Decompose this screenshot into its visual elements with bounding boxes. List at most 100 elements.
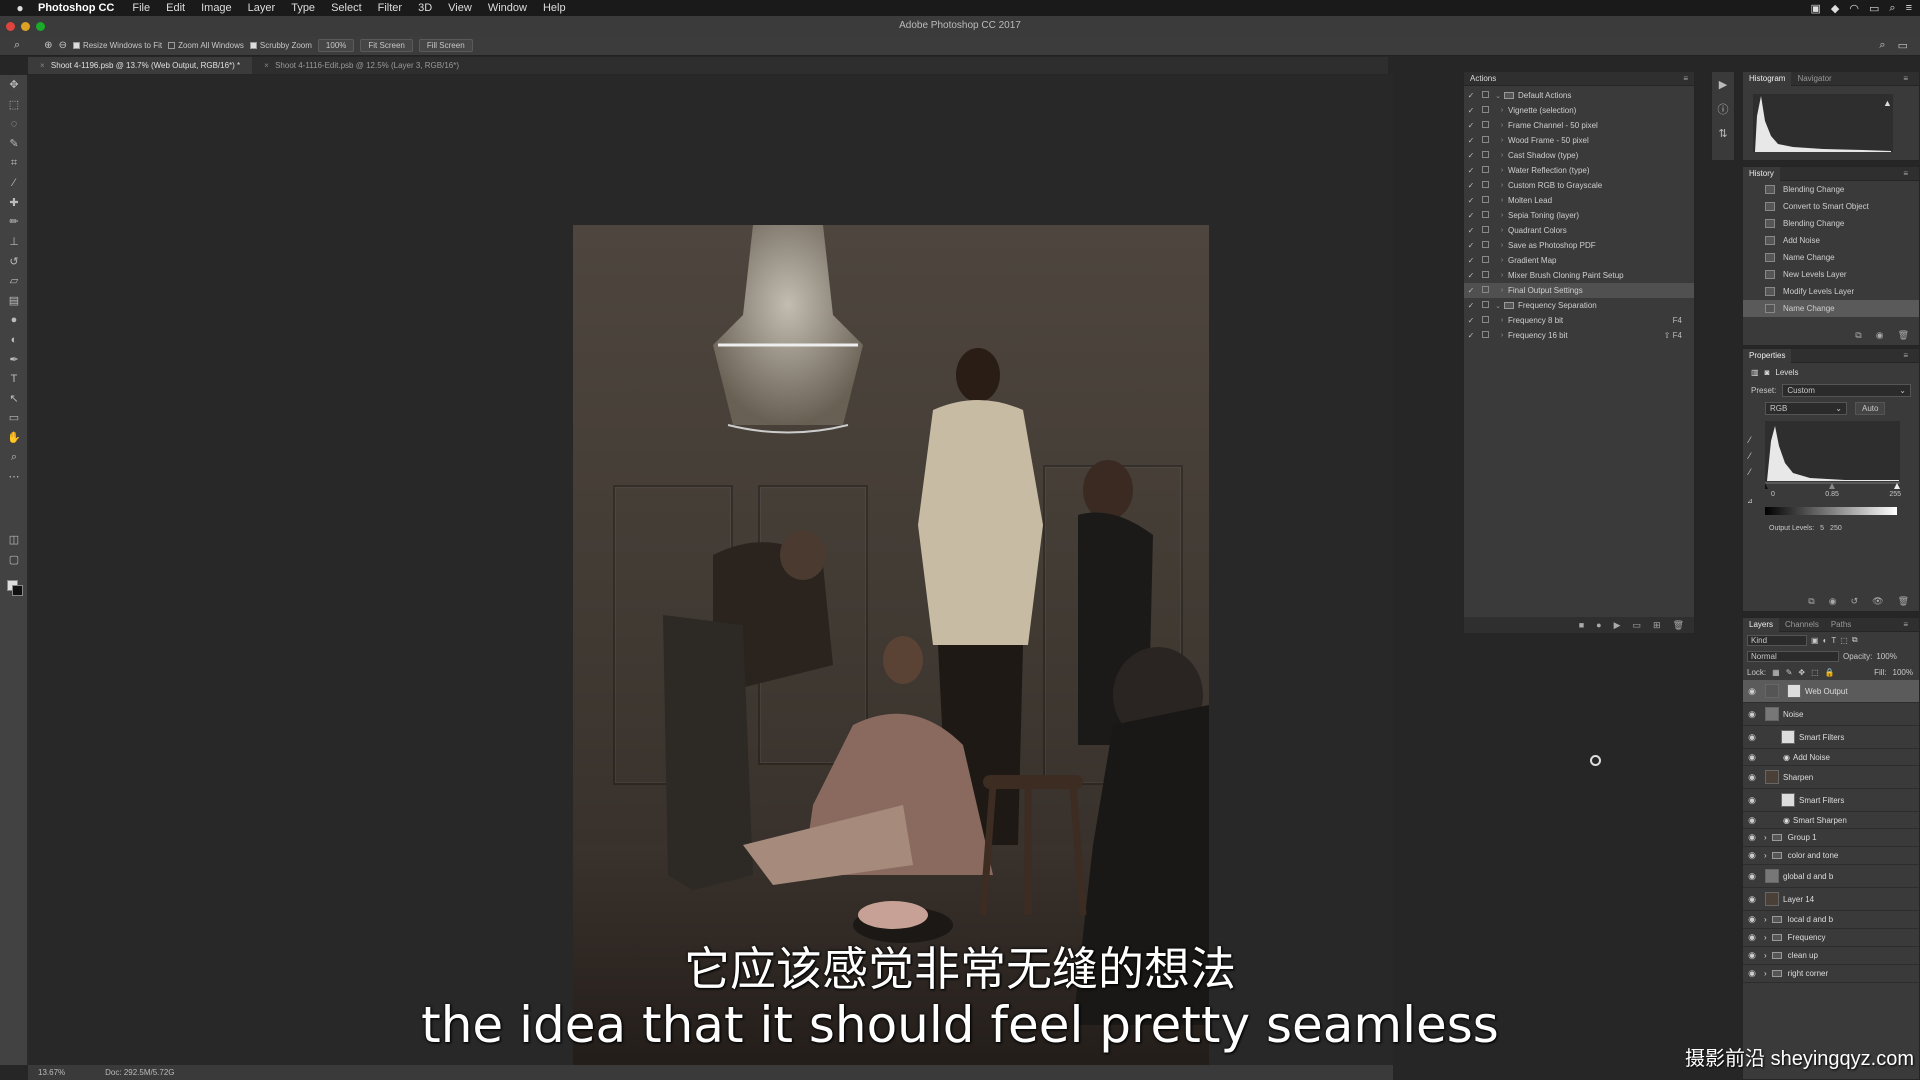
- stop-icon[interactable]: ■: [1579, 620, 1584, 630]
- info-icon[interactable]: ⓘ: [1718, 101, 1729, 117]
- history-item[interactable]: Blending Change: [1743, 215, 1919, 232]
- dialog-toggle-icon[interactable]: [1478, 106, 1492, 115]
- menu-file[interactable]: File: [132, 2, 150, 14]
- snapshot-icon[interactable]: ◉: [1876, 330, 1884, 341]
- filter-shape-icon[interactable]: ⬚: [1840, 636, 1848, 645]
- new-document-icon[interactable]: ⧉: [1855, 330, 1861, 341]
- dialog-toggle-icon[interactable]: [1478, 316, 1492, 325]
- quick-mask-icon[interactable]: ◫: [0, 530, 28, 550]
- output-gradient[interactable]: [1765, 507, 1897, 515]
- history-item[interactable]: Name Change: [1743, 300, 1919, 317]
- menu-layer[interactable]: Layer: [248, 2, 276, 14]
- action-row[interactable]: ✓ › Frame Channel - 50 pixel: [1464, 118, 1694, 133]
- quick-select-tool-icon[interactable]: ✎: [0, 134, 28, 154]
- action-row[interactable]: ✓ › Frequency 16 bit ⇧ F4: [1464, 328, 1694, 343]
- healing-brush-tool-icon[interactable]: ✚: [0, 193, 28, 213]
- chevron-right-icon[interactable]: ›: [1764, 833, 1767, 842]
- input-white[interactable]: 255: [1889, 491, 1901, 498]
- tab-layers[interactable]: Layers: [1743, 617, 1780, 632]
- dialog-toggle-icon[interactable]: [1478, 136, 1492, 145]
- lock-transparency-icon[interactable]: ▦: [1772, 668, 1780, 677]
- lock-all-icon[interactable]: 🔒: [1825, 668, 1835, 677]
- eye-icon[interactable]: ◉: [1743, 772, 1761, 783]
- zoom-level[interactable]: 13.67%: [38, 1068, 65, 1077]
- menu-image[interactable]: Image: [201, 2, 232, 14]
- type-tool-icon[interactable]: T: [0, 369, 28, 389]
- black-eyedropper-icon[interactable]: ⁄: [1749, 435, 1751, 445]
- fit-screen-button[interactable]: Fit Screen: [360, 39, 413, 52]
- layer-row[interactable]: ◉ › Group 1: [1743, 829, 1919, 847]
- document-canvas[interactable]: [28, 75, 1393, 1070]
- dropbox-icon[interactable]: ◆: [1831, 2, 1839, 15]
- action-row[interactable]: ✓ › Final Output Settings: [1464, 283, 1694, 298]
- move-tool-icon[interactable]: ✥: [0, 75, 28, 95]
- opacity-value[interactable]: 100%: [1876, 652, 1896, 661]
- menu-view[interactable]: View: [448, 2, 472, 14]
- action-toggle-icon[interactable]: ✓: [1464, 166, 1478, 175]
- eye-icon[interactable]: ◉: [1743, 850, 1761, 861]
- adjust-icon[interactable]: ⇅: [1718, 127, 1727, 140]
- chevron-right-icon[interactable]: ›: [1496, 122, 1508, 129]
- eye-icon[interactable]: ◉: [1743, 832, 1761, 843]
- scrubby-zoom-checkbox[interactable]: Scrubby Zoom: [249, 41, 312, 50]
- action-toggle-icon[interactable]: ✓: [1464, 271, 1478, 280]
- layer-row[interactable]: ◉ Layer 14: [1743, 888, 1919, 911]
- history-item[interactable]: Name Change: [1743, 249, 1919, 266]
- chevron-right-icon[interactable]: ›: [1496, 137, 1508, 144]
- channel-select[interactable]: RGB ⌄: [1765, 401, 1847, 415]
- play-icon[interactable]: ▶: [1614, 620, 1621, 631]
- action-toggle-icon[interactable]: ✓: [1464, 301, 1478, 310]
- action-row[interactable]: ✓ › Custom RGB to Grayscale: [1464, 178, 1694, 193]
- chevron-right-icon[interactable]: ›: [1496, 182, 1508, 189]
- search-icon[interactable]: ⌕: [1879, 39, 1885, 52]
- layer-row[interactable]: ◉ Sharpen: [1743, 766, 1919, 789]
- dialog-toggle-icon[interactable]: [1478, 121, 1492, 130]
- dialog-toggle-icon[interactable]: [1478, 331, 1492, 340]
- blur-tool-icon[interactable]: ●: [0, 310, 28, 330]
- eye-icon[interactable]: ◉: [1743, 752, 1761, 763]
- action-toggle-icon[interactable]: ✓: [1464, 331, 1478, 340]
- filter-eye-icon[interactable]: ◉: [1783, 753, 1790, 762]
- action-toggle-icon[interactable]: ✓: [1464, 241, 1478, 250]
- trash-icon[interactable]: 🗑: [1898, 330, 1909, 341]
- path-select-tool-icon[interactable]: ↖: [0, 389, 28, 409]
- zoom-tool-icon[interactable]: ⌕: [0, 447, 28, 467]
- new-action-icon[interactable]: ⊞: [1653, 620, 1661, 631]
- history-item[interactable]: Modify Levels Layer: [1743, 283, 1919, 300]
- reset-icon[interactable]: ↺: [1851, 596, 1859, 607]
- dialog-toggle-icon[interactable]: [1478, 196, 1492, 205]
- menu-edit[interactable]: Edit: [166, 2, 185, 14]
- dialog-toggle-icon[interactable]: [1478, 181, 1492, 190]
- panel-menu-icon[interactable]: ≡: [1897, 167, 1914, 181]
- action-row[interactable]: ✓ › Cast Shadow (type): [1464, 148, 1694, 163]
- chevron-right-icon[interactable]: ›: [1496, 317, 1508, 324]
- output-white[interactable]: 250: [1830, 525, 1842, 532]
- action-toggle-icon[interactable]: ✓: [1464, 106, 1478, 115]
- dialog-toggle-icon[interactable]: [1478, 286, 1492, 295]
- layer-row[interactable]: ◉ Smart Filters: [1743, 726, 1919, 749]
- action-row[interactable]: ✓ ⌄ Default Actions: [1464, 88, 1694, 103]
- visibility-icon[interactable]: 👁: [1872, 596, 1883, 607]
- minimize-window-button[interactable]: [21, 22, 30, 31]
- chevron-right-icon[interactable]: ›: [1764, 915, 1767, 924]
- menu-type[interactable]: Type: [291, 2, 315, 14]
- blend-mode-select[interactable]: Normal: [1747, 650, 1839, 662]
- dialog-toggle-icon[interactable]: [1478, 211, 1492, 220]
- eye-icon[interactable]: ◉: [1743, 732, 1761, 743]
- filter-smart-icon[interactable]: ⧉: [1852, 635, 1858, 645]
- record-icon[interactable]: ●: [1596, 620, 1601, 630]
- eraser-tool-icon[interactable]: ▱: [0, 271, 28, 291]
- zoom-100-button[interactable]: 100%: [317, 39, 355, 52]
- menu-select[interactable]: Select: [331, 2, 362, 14]
- zoom-out-icon[interactable]: ⊖: [59, 40, 67, 51]
- dialog-toggle-icon[interactable]: [1478, 241, 1492, 250]
- action-toggle-icon[interactable]: ✓: [1464, 256, 1478, 265]
- chevron-right-icon[interactable]: ›: [1496, 257, 1508, 264]
- filter-eye-icon[interactable]: ◉: [1783, 816, 1790, 825]
- menu-3d[interactable]: 3D: [418, 2, 432, 14]
- chevron-right-icon[interactable]: ›: [1496, 212, 1508, 219]
- eyedropper-tool-icon[interactable]: ⁄: [0, 173, 28, 193]
- action-toggle-icon[interactable]: ✓: [1464, 286, 1478, 295]
- action-row[interactable]: ✓ › Frequency 8 bit F4: [1464, 313, 1694, 328]
- chevron-right-icon[interactable]: ›: [1496, 272, 1508, 279]
